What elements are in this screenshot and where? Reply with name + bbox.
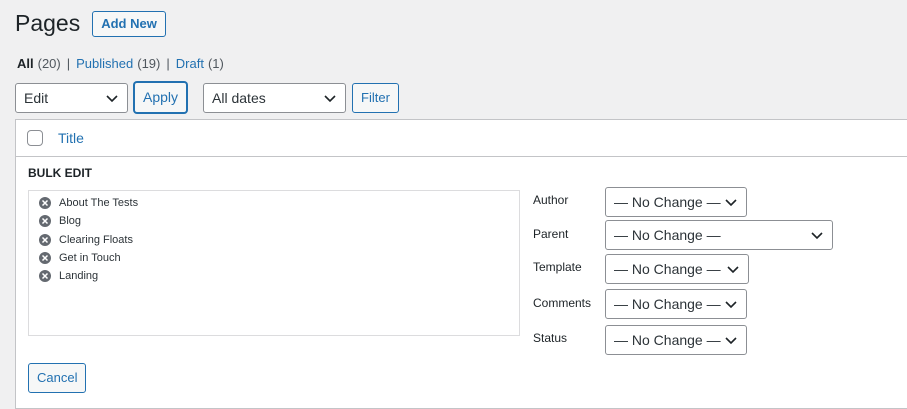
view-all-count: (20) — [37, 56, 61, 71]
author-label: Author — [533, 193, 569, 207]
status-value: — No Change — — [614, 332, 721, 348]
chevron-down-icon — [106, 94, 118, 102]
remove-icon[interactable] — [39, 270, 51, 283]
bulk-action-select[interactable]: Edit — [15, 82, 128, 113]
list-item: Blog — [29, 212, 519, 230]
remove-icon[interactable] — [39, 215, 51, 228]
chevron-down-icon — [725, 301, 737, 309]
comments-select[interactable]: — No Change — — [605, 289, 747, 319]
view-filters: All (20) | Published (19) | Draft (1) — [17, 56, 224, 71]
bulk-title: About The Tests — [59, 197, 139, 210]
select-all-checkbox[interactable] — [27, 130, 43, 146]
status-label: Status — [533, 331, 568, 345]
chevron-down-icon — [324, 94, 336, 102]
comments-label: Comments — [533, 296, 592, 310]
list-item: About The Tests — [29, 194, 519, 212]
page-header: Pages Add New — [15, 10, 166, 37]
comments-value: — No Change — — [614, 296, 721, 312]
view-draft-count: (1) — [207, 56, 224, 71]
parent-select[interactable]: — No Change — — [605, 220, 833, 250]
view-draft-link[interactable]: Draft — [176, 56, 204, 71]
view-separator: | — [66, 56, 71, 71]
remove-icon[interactable] — [39, 252, 51, 265]
date-filter-select[interactable]: All dates — [203, 82, 347, 113]
parent-value: — No Change — — [614, 227, 721, 243]
chevron-down-icon — [725, 199, 737, 207]
bulk-title: Landing — [59, 270, 99, 283]
cancel-button[interactable]: Cancel — [28, 363, 87, 393]
bulk-title: Clearing Floats — [59, 233, 133, 246]
bulk-titles-list: About The Tests Blog Clearing Floats Get… — [28, 190, 520, 336]
author-select[interactable]: — No Change — — [605, 187, 747, 217]
tablenav-top: Edit Apply All dates Filter — [15, 82, 399, 113]
template-select[interactable]: — No Change — — [605, 254, 749, 284]
chevron-down-icon — [727, 266, 739, 274]
view-published-link[interactable]: Published — [76, 56, 133, 71]
title-column-header[interactable]: Title — [58, 130, 84, 146]
template-label: Template — [533, 260, 582, 274]
list-item: Get in Touch — [29, 249, 519, 267]
template-value: — No Change — — [614, 261, 721, 277]
pages-table: Title BULK EDIT About The Tests Blog Cle… — [15, 119, 907, 409]
status-select[interactable]: — No Change — — [605, 325, 747, 355]
table-header: Title — [16, 120, 907, 157]
bulk-title: Get in Touch — [59, 252, 121, 265]
view-published-count: (19) — [137, 56, 161, 71]
page-title: Pages — [15, 10, 81, 36]
bulk-title: Blog — [59, 215, 82, 228]
add-new-button[interactable]: Add New — [92, 10, 166, 37]
remove-icon[interactable] — [39, 197, 51, 210]
view-separator: | — [166, 56, 170, 71]
bulk-edit-heading: BULK EDIT — [28, 166, 92, 180]
date-filter-value: All dates — [212, 89, 266, 106]
chevron-down-icon — [811, 232, 823, 240]
parent-label: Parent — [533, 227, 569, 241]
remove-icon[interactable] — [39, 233, 51, 246]
bulk-action-value: Edit — [24, 89, 49, 106]
list-item: Landing — [29, 267, 519, 285]
chevron-down-icon — [725, 337, 737, 345]
view-all-link[interactable]: All — [17, 56, 34, 71]
list-item: Clearing Floats — [29, 231, 519, 249]
filter-button[interactable]: Filter — [352, 82, 399, 113]
author-value: — No Change — — [614, 194, 721, 210]
apply-button[interactable]: Apply — [134, 82, 188, 113]
